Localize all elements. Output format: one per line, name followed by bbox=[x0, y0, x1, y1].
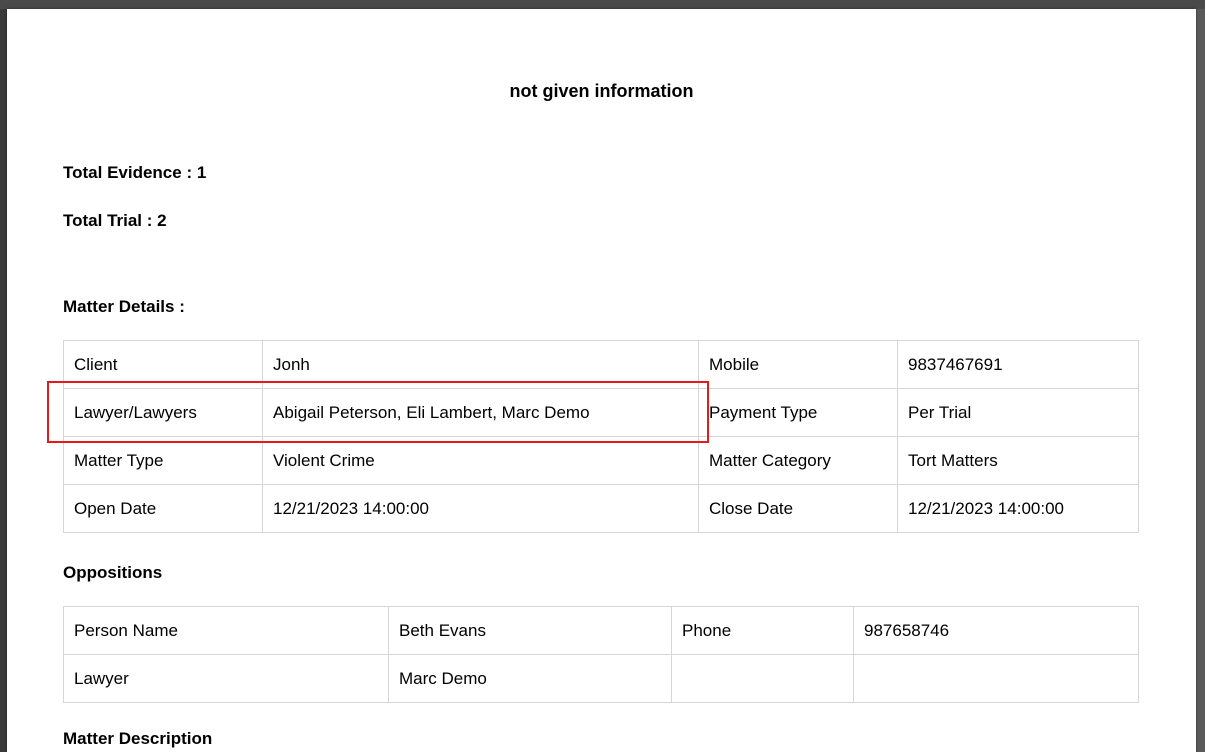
viewer-top-bar bbox=[0, 0, 1205, 9]
opposition-lawyer-value: Marc Demo bbox=[388, 654, 672, 703]
table-row: Lawyer Marc Demo bbox=[63, 654, 1139, 703]
matter-category-value: Tort Matters bbox=[897, 436, 1139, 485]
close-date-value: 12/21/2023 14:00:00 bbox=[897, 484, 1139, 533]
open-date-value: 12/21/2023 14:00:00 bbox=[262, 484, 699, 533]
table-row: Open Date 12/21/2023 14:00:00 Close Date… bbox=[63, 484, 1139, 533]
open-date-label: Open Date bbox=[63, 484, 263, 533]
oppositions-heading: Oppositions bbox=[63, 563, 163, 582]
payment-type-value: Per Trial bbox=[897, 388, 1139, 437]
phone-label: Phone bbox=[671, 606, 854, 655]
matter-type-label: Matter Type bbox=[63, 436, 263, 485]
person-name-label: Person Name bbox=[63, 606, 389, 655]
total-trial: Total Trial : 2 bbox=[63, 211, 167, 230]
lawyers-value: Abigail Peterson, Eli Lambert, Marc Demo bbox=[262, 388, 699, 437]
empty-cell bbox=[671, 654, 854, 703]
lawyers-label: Lawyer/Lawyers bbox=[63, 388, 263, 437]
oppositions-table: Person Name Beth Evans Phone 987658746 L… bbox=[63, 606, 1139, 703]
table-row: Matter Type Violent Crime Matter Categor… bbox=[63, 436, 1139, 485]
document-title: not given information bbox=[509, 81, 694, 101]
mobile-value: 9837467691 bbox=[897, 340, 1139, 389]
document-page: not given information Total Evidence : 1… bbox=[7, 9, 1196, 752]
client-value: Jonh bbox=[262, 340, 699, 389]
opposition-lawyer-label: Lawyer bbox=[63, 654, 389, 703]
close-date-label: Close Date bbox=[698, 484, 898, 533]
matter-details-heading: Matter Details : bbox=[63, 297, 185, 316]
empty-cell bbox=[853, 654, 1139, 703]
matter-type-value: Violent Crime bbox=[262, 436, 699, 485]
total-evidence: Total Evidence : 1 bbox=[63, 163, 207, 182]
matter-description-heading: Matter Description bbox=[63, 729, 213, 748]
viewer-scroll-gutter bbox=[1196, 9, 1205, 752]
client-label: Client bbox=[63, 340, 263, 389]
table-row: Client Jonh Mobile 9837467691 bbox=[63, 340, 1139, 389]
table-row: Person Name Beth Evans Phone 987658746 bbox=[63, 606, 1139, 655]
table-row: Lawyer/Lawyers Abigail Peterson, Eli Lam… bbox=[63, 388, 1139, 437]
person-name-value: Beth Evans bbox=[388, 606, 672, 655]
matter-category-label: Matter Category bbox=[698, 436, 898, 485]
phone-value: 987658746 bbox=[853, 606, 1139, 655]
payment-type-label: Payment Type bbox=[698, 388, 898, 437]
matter-details-table: Client Jonh Mobile 9837467691 Lawyer/Law… bbox=[63, 340, 1139, 533]
mobile-label: Mobile bbox=[698, 340, 898, 389]
